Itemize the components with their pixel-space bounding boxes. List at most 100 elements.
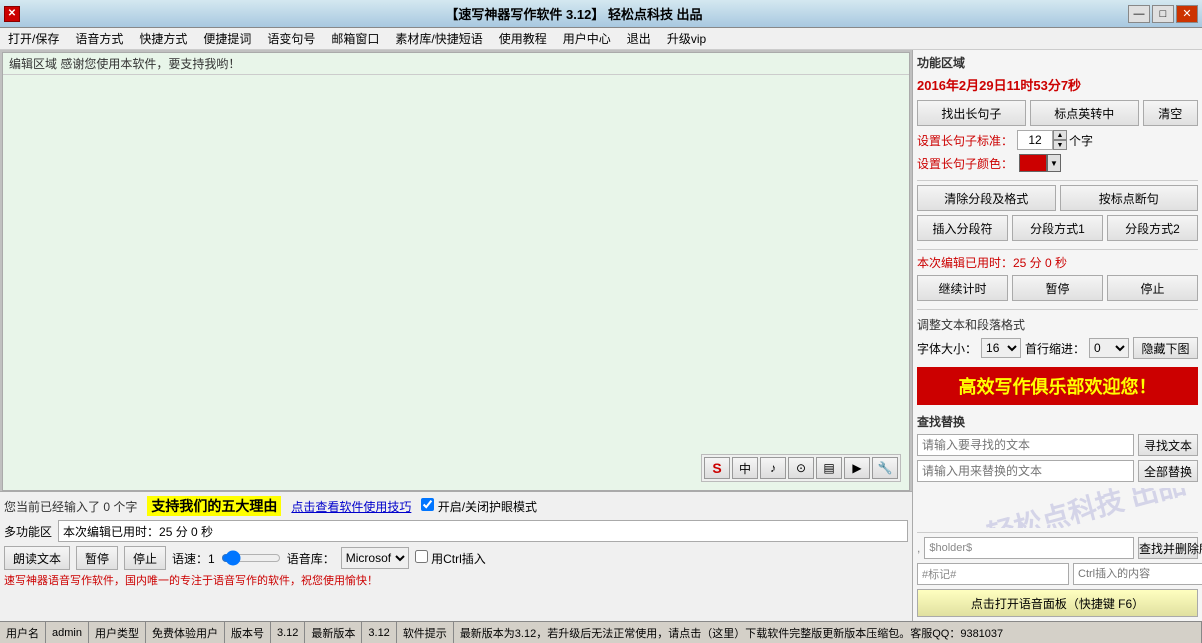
voice-bottom-panel: , 查找并删除所有 点击打开语音面板（快捷键 F6） [917,532,1198,617]
speed-slider[interactable] [221,550,281,566]
pause-read-button[interactable]: 暂停 [76,546,118,570]
multifunc-input[interactable] [58,520,908,542]
divider3 [917,309,1198,310]
find-btn[interactable]: 寻找文本 [1138,434,1198,456]
indent-label: 首行缩进： [1025,340,1085,357]
company-watermark: 轻松点科技 出品 [983,488,1190,528]
close-button[interactable]: ✕ [1176,5,1198,23]
threshold-spin-down[interactable]: ▼ [1053,140,1067,150]
ft-btn-play[interactable]: ▶ [844,457,870,479]
eyecare-label[interactable]: 开启/关闭护眼模式 [421,498,537,515]
status-username-label: 用户名 [0,622,46,643]
threshold-label: 设置长句子标准： [917,132,1013,149]
promo-banner: 高效写作俱乐部欢迎您！ [917,367,1198,405]
close-icon-left[interactable]: ✕ [4,6,20,22]
ft-btn-music[interactable]: ♪ [760,457,786,479]
menu-bar: 打开/保存 语音方式 快捷方式 便捷提词 语变句号 邮箱窗口 素材库/快捷短语 … [0,28,1202,50]
ft-btn-grid[interactable]: ▤ [816,457,842,479]
tips-link[interactable]: 点击查看软件使用技巧 [291,498,411,515]
btn-row-top: 找出长句子 标点英转中 清空 [917,100,1198,126]
indent-select[interactable]: 0 2 4 [1089,338,1129,358]
color-dropdown[interactable]: ▼ [1047,154,1061,172]
color-label: 设置长句子颜色： [917,155,1013,172]
editor-label: 编辑区域 感谢您使用本软件，要支持我哟！ [3,53,909,75]
panel-section-title: 功能区域 [917,54,1198,71]
char-count: 您当前已经输入了 0 个字 [4,498,137,515]
read-text-button[interactable]: 朗读文本 [4,546,70,570]
menu-tutorial[interactable]: 使用教程 [495,28,551,49]
menu-user-center[interactable]: 用户中心 [559,28,615,49]
find-delete-btn[interactable]: 查找并删除所有 [1138,537,1198,559]
insert-seg-btn[interactable]: 插入分段符 [917,215,1008,241]
status-tip-text: 最新版本为3.12，若升级后无法正常使用，请点击（这里）下载软件完整版更新版本压… [454,622,1202,643]
status-latest-label: 最新版本 [305,622,362,643]
ft-btn-wrench[interactable]: 🔧 [872,457,898,479]
editor-container: 编辑区域 感谢您使用本软件，要支持我哟！ S 中 ♪ ⊙ ▤ ▶ 🔧 [2,52,910,491]
tts-warning: 速写神器语音写作软件，国内唯一的专注于语音写作的软件，祝您使用愉快！ [4,572,908,588]
menu-lang-punct[interactable]: 语变句号 [263,28,319,49]
ctrl-insert-checkbox[interactable] [415,550,428,563]
ft-btn-s[interactable]: S [704,457,730,479]
replace-all-btn[interactable]: 全部替换 [1138,460,1198,482]
ft-btn-zh[interactable]: 中 [732,457,758,479]
menu-prompt[interactable]: 便捷提词 [199,28,255,49]
extract-long-btn[interactable]: 找出长句子 [917,100,1026,126]
main-wrapper: 编辑区域 感谢您使用本软件，要支持我哟！ S 中 ♪ ⊙ ▤ ▶ 🔧 您当前已经… [0,50,1202,621]
threshold-input[interactable] [1017,130,1053,150]
stop-timer-btn[interactable]: 停止 [1107,275,1198,301]
minimize-button[interactable]: — [1128,5,1150,23]
status-version-value: 3.12 [271,622,305,643]
by-punct-btn[interactable]: 按标点断句 [1060,185,1199,211]
ft-btn-circle[interactable]: ⊙ [788,457,814,479]
btn-row-mid1: 清除分段及格式 按标点断句 [917,185,1198,211]
seg-mode1-btn[interactable]: 分段方式1 [1012,215,1103,241]
hide-img-btn[interactable]: 隐藏下图 [1133,337,1198,359]
continue-timer-btn[interactable]: 继续计时 [917,275,1008,301]
search-row1: 寻找文本 [917,434,1198,456]
setting-color-row: 设置长句子颜色： ▼ [917,154,1198,172]
adjust-title: 调整文本和段落格式 [917,316,1198,333]
status-line1: 您当前已经输入了 0 个字 支持我们的五大理由 点击查看软件使用技巧 开启/关闭… [4,494,908,518]
status-username-value: admin [46,622,89,643]
replace-input[interactable] [917,460,1134,482]
lib-select[interactable]: Microsof [341,547,409,569]
title-bar: ✕ 【速写神器写作软件 3.12】 轻松点科技 出品 — □ ✕ [0,0,1202,28]
pause-timer-btn[interactable]: 暂停 [1012,275,1103,301]
divider1 [917,180,1198,181]
menu-exit[interactable]: 退出 [623,28,655,49]
search-section: 查找替换 寻找文本 全部替换 [917,413,1198,486]
seg-mode2-btn[interactable]: 分段方式2 [1107,215,1198,241]
tag-input[interactable] [917,563,1069,585]
threshold-spin-up[interactable]: ▲ [1053,130,1067,140]
main-editor[interactable] [3,75,909,490]
menu-voice-mode[interactable]: 语音方式 [71,28,127,49]
menu-open-save[interactable]: 打开/保存 [4,28,63,49]
color-picker[interactable] [1019,154,1047,172]
find-input[interactable] [917,434,1134,456]
eyecare-checkbox[interactable] [421,498,434,511]
mark-en-btn[interactable]: 标点英转中 [1030,100,1139,126]
menu-materials[interactable]: 素材库/快捷短语 [391,28,486,49]
ctrl-insert-input[interactable] [1073,563,1202,585]
open-panel-row: 点击打开语音面板（快捷键 F6） [917,589,1198,617]
clear-format-btn[interactable]: 清除分段及格式 [917,185,1056,211]
font-size-select[interactable]: 16 12 14 18 [981,338,1021,358]
support-text: 支持我们的五大理由 [147,496,281,516]
search-title: 查找替换 [917,413,1198,430]
threshold-spinner: ▲ ▼ [1053,130,1067,150]
status-usertype-value: 免费体验用户 [146,622,225,643]
lib-label: 语音库： [287,550,335,567]
menu-shortcut-mode[interactable]: 快捷方式 [135,28,191,49]
holder-input[interactable] [924,537,1134,559]
menu-upgrade-vip[interactable]: 升级vip [663,28,710,49]
ctrl-insert-label[interactable]: 用Ctrl插入 [415,550,486,567]
open-panel-btn[interactable]: 点击打开语音面板（快捷键 F6） [917,589,1198,617]
bottom-ctrl-row: 朗读文本 暂停 停止 语速：1 语音库： Microsof 用Ctrl插入 [4,546,908,570]
stop-read-button[interactable]: 停止 [124,546,166,570]
font-size-label: 字体大小： [917,340,977,357]
menu-mailbox[interactable]: 邮箱窗口 [327,28,383,49]
maximize-button[interactable]: □ [1152,5,1174,23]
bottom-section: 您当前已经输入了 0 个字 支持我们的五大理由 点击查看软件使用技巧 开启/关闭… [0,491,912,621]
divider2 [917,249,1198,250]
clear-btn[interactable]: 清空 [1143,100,1198,126]
